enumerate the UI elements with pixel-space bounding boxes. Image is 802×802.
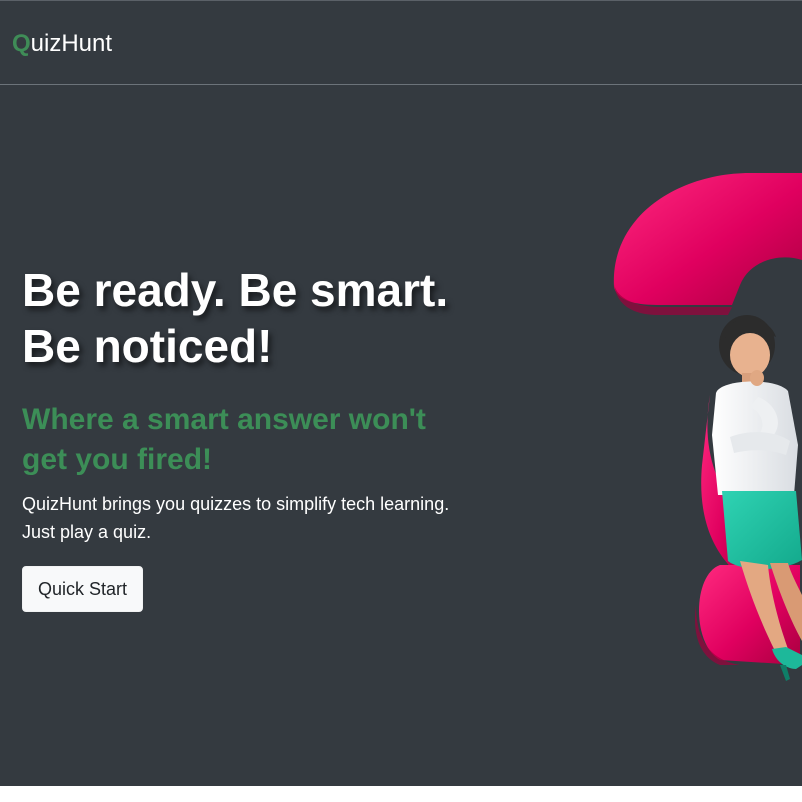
brand-name: uizHunt <box>30 30 113 57</box>
brand-initial: Q <box>12 30 31 57</box>
page-bottom-strip <box>0 786 802 802</box>
hero-description: QuizHunt brings you quizzes to simplify … <box>22 490 542 546</box>
hero-section: Be ready. Be smart. Be noticed! Where a … <box>22 262 542 612</box>
hero-subheadline: Where a smart answer won't get you fired… <box>22 400 542 480</box>
description-line-1: QuizHunt brings you quizzes to simplify … <box>22 494 450 514</box>
navbar: QuizHunt <box>0 0 802 85</box>
brand-logo-link[interactable]: QuizHunt <box>12 29 112 59</box>
headline-line-1: Be ready. Be smart. <box>22 264 449 316</box>
subheadline-line-2: get you fired! <box>22 443 213 476</box>
question-mark-woman-illustration <box>600 165 802 705</box>
landing-page: QuizHunt Be ready. Be smart. Be noticed!… <box>0 0 802 786</box>
quick-start-button[interactable]: Quick Start <box>22 566 144 612</box>
subheadline-line-1: Where a smart answer won't <box>22 403 426 436</box>
headline-line-2: Be noticed! <box>22 320 273 372</box>
hero-headline: Be ready. Be smart. Be noticed! <box>22 262 542 374</box>
description-line-2: Just play a quiz. <box>22 522 152 542</box>
